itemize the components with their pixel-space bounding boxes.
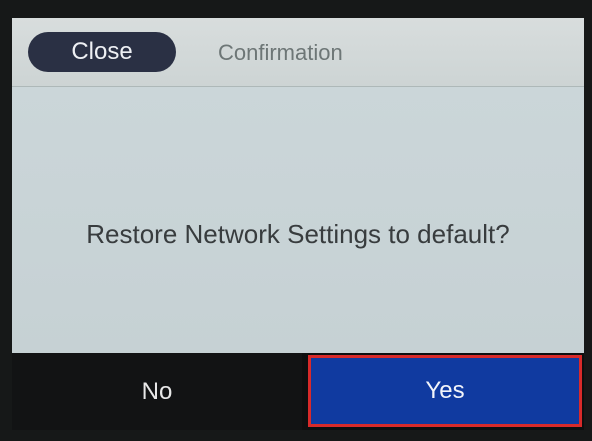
title-bar: Close Confirmation <box>12 18 584 87</box>
no-button[interactable]: No <box>12 353 302 430</box>
dialog-body: Restore Network Settings to default? <box>12 87 584 353</box>
printer-screen: Close Confirmation Restore Network Setti… <box>12 18 584 430</box>
device-frame: Close Confirmation Restore Network Setti… <box>0 0 592 441</box>
screen-title: Confirmation <box>218 40 343 65</box>
yes-button[interactable]: Yes <box>308 355 582 427</box>
confirmation-message: Restore Network Settings to default? <box>86 219 510 249</box>
dialog-footer: No Yes <box>12 353 584 430</box>
close-button[interactable]: Close <box>28 32 176 72</box>
